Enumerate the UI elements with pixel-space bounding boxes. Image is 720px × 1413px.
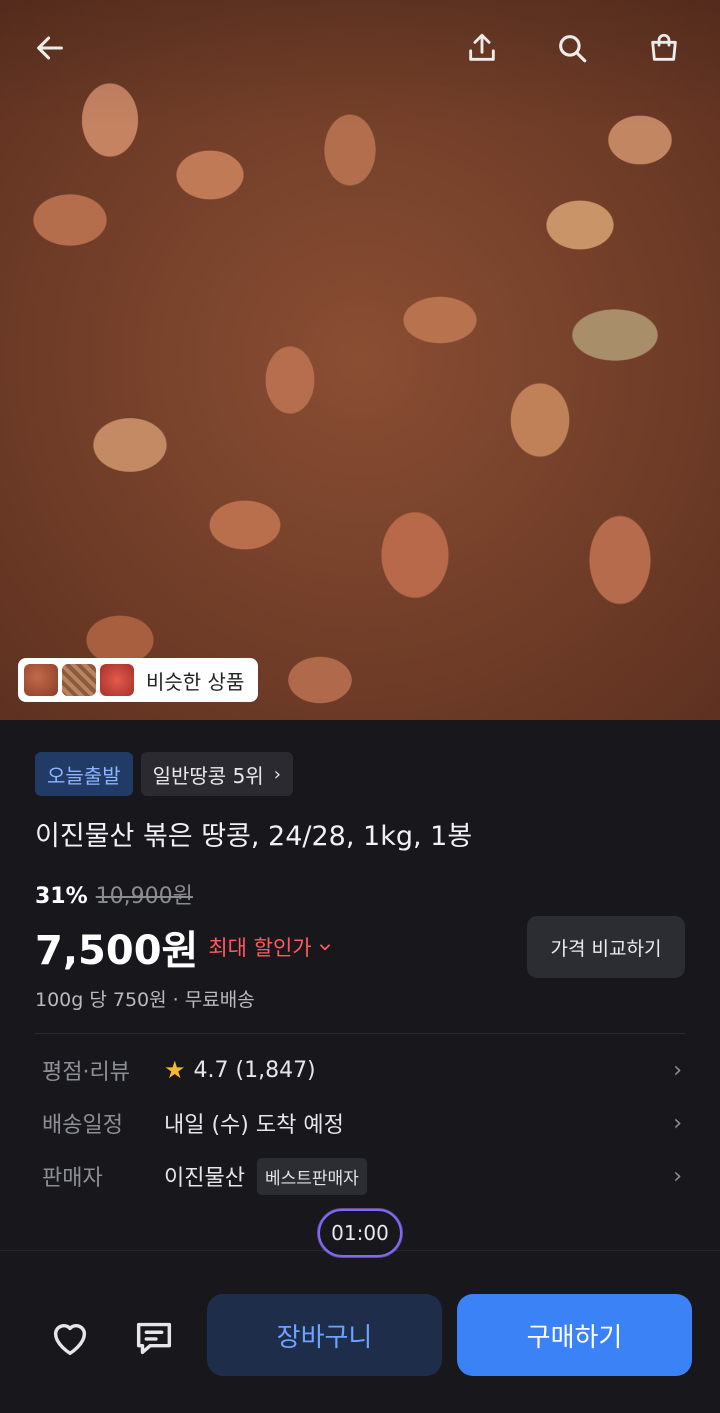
share-button[interactable] [462, 28, 502, 68]
similar-thumb [100, 664, 134, 696]
back-button[interactable] [30, 28, 70, 68]
sale-price: 7,500원 [35, 928, 199, 974]
best-seller-badge: 베스트판매자 [256, 1157, 367, 1195]
product-image[interactable]: 비슷한 상품 [0, 0, 720, 720]
shopping-bag-icon [651, 33, 677, 61]
similar-thumb [24, 664, 58, 696]
chevron-right-icon: › [673, 1163, 682, 1189]
cart-button[interactable] [644, 28, 684, 68]
chat-icon [136, 1322, 172, 1355]
star-icon: ★ [164, 1056, 186, 1084]
price-compare-button[interactable]: 가격 비교하기 [527, 916, 685, 978]
similar-products-label: 비슷한 상품 [146, 669, 245, 694]
add-to-cart-button[interactable]: 장바구니 [207, 1294, 442, 1376]
inquiry-button[interactable] [128, 1312, 180, 1364]
seller-key: 판매자 [42, 1166, 103, 1191]
delivery-key: 배송일정 [42, 1113, 123, 1138]
chevron-down-icon [319, 944, 330, 951]
unit-price-shipping: 100g 당 750원 · 무료배송 [35, 989, 255, 1011]
seller-row[interactable]: 판매자 이진물산 베스트판매자 › [42, 1156, 682, 1196]
share-icon [469, 33, 495, 61]
delivery-row[interactable]: 배송일정 내일 (수) 도착 예정 › [42, 1103, 682, 1143]
countdown-timer: 01:00 [318, 1209, 402, 1257]
rating-review-row[interactable]: 평점·리뷰 ★ 4.7 (1,847) › [42, 1050, 682, 1090]
ranking-badge[interactable]: 일반땅콩 5위 › [140, 752, 293, 796]
delivery-value: 내일 (수) 도착 예정 [164, 1113, 344, 1138]
search-icon [559, 35, 587, 63]
chevron-right-icon: › [673, 1057, 682, 1083]
max-discount-label: 최대 할인가 [208, 936, 312, 960]
chevron-right-icon: › [673, 1110, 682, 1136]
arrow-left-icon [37, 36, 63, 60]
rating-key: 평점·리뷰 [42, 1060, 130, 1085]
divider [35, 1033, 685, 1034]
max-discount-toggle[interactable]: 최대 할인가 [208, 932, 331, 962]
product-title: 이진물산 볶은 땅콩, 24/28, 1kg, 1봉 [35, 821, 473, 852]
seller-name: 이진물산 [164, 1166, 245, 1191]
buy-now-button[interactable]: 구매하기 [457, 1294, 692, 1376]
original-price: 10,900원 [95, 884, 193, 909]
discount-percent: 31% [35, 884, 88, 909]
heart-icon [53, 1323, 87, 1356]
similar-products-chip[interactable]: 비슷한 상품 [18, 658, 259, 702]
chevron-right-icon: › [273, 763, 281, 785]
rating-value: 4.7 (1,847) [193, 1057, 316, 1083]
wishlist-button[interactable] [44, 1312, 96, 1364]
ranking-label: 일반땅콩 5위 [152, 763, 264, 788]
today-shipping-badge: 오늘출발 [35, 752, 133, 796]
similar-thumb [62, 664, 96, 696]
search-button[interactable] [552, 28, 592, 68]
